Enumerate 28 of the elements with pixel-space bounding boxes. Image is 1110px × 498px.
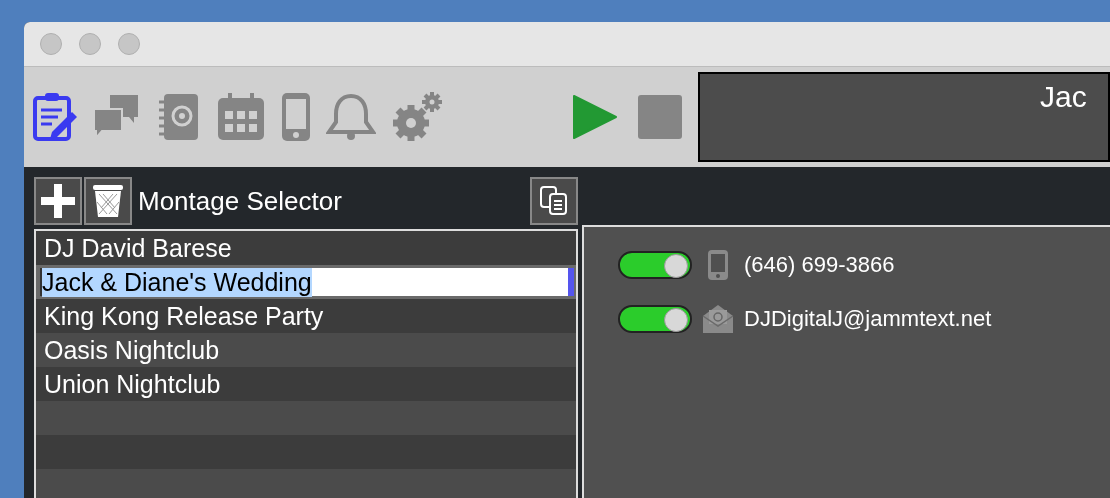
bell-icon[interactable] bbox=[326, 92, 376, 142]
contact-text: DJDigitalJ@jammtext.net bbox=[744, 306, 992, 332]
plus-icon bbox=[41, 184, 75, 218]
list-item[interactable]: King Kong Release Party bbox=[36, 299, 576, 333]
trash-icon bbox=[93, 184, 123, 218]
contact-text: (646) 699-3866 bbox=[744, 252, 895, 278]
list-item[interactable]: DJ David Barese bbox=[36, 231, 576, 265]
envelope-at-icon bbox=[702, 304, 734, 334]
smartphone-icon[interactable] bbox=[280, 92, 312, 142]
play-icon[interactable] bbox=[572, 94, 618, 140]
clipboard-pencil-icon[interactable] bbox=[32, 92, 78, 142]
calendar-icon[interactable] bbox=[216, 92, 266, 142]
window-control[interactable] bbox=[40, 33, 62, 55]
add-button[interactable] bbox=[34, 177, 82, 225]
gears-icon[interactable] bbox=[390, 90, 444, 144]
delete-button[interactable] bbox=[84, 177, 132, 225]
display-text: Jac bbox=[1040, 80, 1087, 113]
toggle-switch[interactable] bbox=[618, 251, 692, 279]
list-item[interactable]: Oasis Nightclub bbox=[36, 333, 576, 367]
window-control[interactable] bbox=[79, 33, 101, 55]
panel-title: Montage Selector bbox=[138, 185, 343, 217]
smartphone-icon bbox=[707, 249, 729, 281]
list-item[interactable]: Union Nightclub bbox=[36, 367, 576, 401]
list-item-edit-field[interactable]: Jack & Diane's Wedding bbox=[40, 268, 574, 296]
window-control[interactable] bbox=[118, 33, 140, 55]
documents-icon bbox=[540, 186, 568, 216]
toggle-switch[interactable] bbox=[618, 305, 692, 333]
copy-button[interactable] bbox=[530, 177, 578, 225]
